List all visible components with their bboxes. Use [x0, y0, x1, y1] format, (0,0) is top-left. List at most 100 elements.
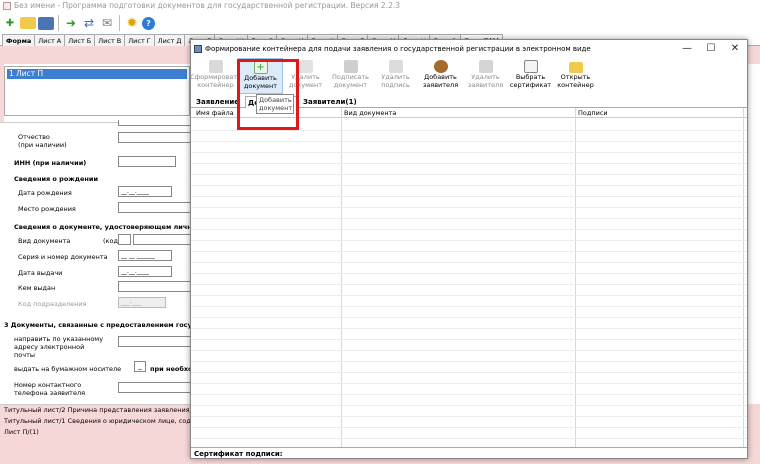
- column-divider: [575, 108, 576, 447]
- dept-code-label: Код подразделения: [18, 300, 87, 308]
- tab-form[interactable]: Форма: [2, 34, 36, 46]
- sheet-list[interactable]: 1 Лист П: [4, 66, 190, 116]
- open-folder-icon[interactable]: [20, 17, 36, 29]
- table-row-line: [191, 273, 747, 274]
- patronymic-note: (при наличии): [18, 141, 67, 149]
- certificate-icon: [523, 60, 538, 73]
- delete-signature-button[interactable]: Удалить подпись: [373, 58, 418, 94]
- table-row-line: [191, 394, 747, 395]
- dialog-title: Формирование контейнера для подачи заявл…: [205, 45, 591, 53]
- id-section-heading: Сведения о документе, удостоверяющем лич…: [14, 223, 208, 231]
- tab-list-g[interactable]: Лист Г: [124, 34, 155, 46]
- maximize-icon[interactable]: ☐: [699, 40, 723, 58]
- select-certificate-button[interactable]: Выбрать сертификат: [508, 58, 553, 94]
- sign-document-button[interactable]: Подписать документ: [328, 58, 373, 94]
- phone-field[interactable]: [118, 382, 192, 393]
- minimize-icon[interactable]: —: [675, 40, 699, 58]
- issued-by-label: Кем выдан: [18, 284, 56, 292]
- delete-applicant-icon: [478, 60, 493, 73]
- dept-code-field[interactable]: ___-___: [118, 297, 166, 308]
- column-file-name[interactable]: Имя файла: [196, 108, 234, 118]
- delete-signature-label: Удалить подпись: [381, 73, 410, 89]
- dialog-title-bar: Формирование контейнера для подачи заявл…: [191, 40, 747, 58]
- table-row-line: [191, 350, 747, 351]
- new-file-icon[interactable]: ✚: [2, 15, 18, 31]
- birth-section-heading: Сведения о рождении: [14, 175, 99, 183]
- tab-application[interactable]: Заявление: [194, 96, 241, 108]
- tab-list-v[interactable]: Лист В: [94, 34, 126, 46]
- paper-checkbox[interactable]: _: [134, 361, 146, 372]
- table-row-line: [191, 372, 747, 373]
- main-toolbar: ✚ ➜ ⇄ ✉ ✹ ?: [0, 12, 760, 34]
- doc-type-label: Вид документа: [18, 237, 71, 245]
- series-number-label: Серия и номер документа: [18, 253, 108, 261]
- table-row-line: [191, 295, 747, 296]
- doc-type-field[interactable]: [133, 234, 192, 245]
- table-row-line: [191, 229, 747, 230]
- close-icon[interactable]: ✕: [723, 40, 747, 58]
- send-email-label: направить по указанному адресу электронн…: [14, 335, 104, 359]
- table-row-line: [191, 306, 747, 307]
- sheet-list-selected-item[interactable]: 1 Лист П: [7, 69, 187, 79]
- column-divider: [743, 108, 744, 447]
- column-document-type[interactable]: Вид документа: [344, 108, 396, 118]
- table-row-line: [191, 339, 747, 340]
- patronymic-field[interactable]: [118, 132, 192, 143]
- sign-document-icon: [343, 60, 358, 73]
- add-applicant-button[interactable]: Добавить заявителя: [418, 58, 463, 94]
- delete-applicant-button[interactable]: Удалить заявителя: [463, 58, 508, 94]
- table-row-line: [191, 130, 747, 131]
- status-line-3[interactable]: Лист П/(1): [0, 427, 192, 438]
- build-container-button[interactable]: Сформировать контейнер: [190, 58, 241, 94]
- container-icon: [208, 60, 223, 73]
- table-row-line: [191, 218, 747, 219]
- sign-document-label: Подписать документ: [331, 73, 369, 89]
- mail-icon[interactable]: ✉: [99, 15, 115, 31]
- issue-date-field[interactable]: __.__.____: [118, 266, 172, 277]
- table-row-line: [191, 284, 747, 285]
- table-row-line: [191, 405, 747, 406]
- table-row-line: [191, 174, 747, 175]
- table-row-line: [191, 207, 747, 208]
- open-container-button[interactable]: Открыть контейнер: [553, 58, 598, 94]
- birth-place-field[interactable]: [118, 202, 192, 213]
- tab-list-b[interactable]: Лист Б: [64, 34, 96, 46]
- series-number-field[interactable]: __ __ ______: [118, 250, 172, 261]
- import-icon[interactable]: ➜: [63, 15, 79, 31]
- table-row-line: [191, 240, 747, 241]
- issue-date-label: Дата выдачи: [18, 269, 63, 277]
- toolbar-separator: [119, 15, 120, 31]
- certificate-bar: Сертификат подписи:: [191, 447, 747, 459]
- export-icon[interactable]: ⇄: [81, 15, 97, 31]
- email-field[interactable]: [118, 336, 192, 347]
- dialog-app-icon: [194, 45, 202, 53]
- surname-field-bottom[interactable]: [118, 120, 192, 126]
- table-row-line: [191, 262, 747, 263]
- birth-date-field[interactable]: __.__.____: [118, 186, 172, 197]
- documents-table: Имя файла Вид документа Подписи: [191, 108, 747, 447]
- patronymic-label: Отчество: [18, 133, 50, 141]
- select-certificate-label: Выбрать сертификат: [509, 73, 552, 89]
- build-container-label: Сформировать контейнер: [190, 73, 241, 89]
- column-signatures[interactable]: Подписи: [578, 108, 608, 118]
- issued-by-field[interactable]: [118, 281, 192, 292]
- tab-list-d[interactable]: Лист Д: [153, 34, 186, 46]
- status-list: Титульный лист/2 Причина представления з…: [0, 404, 192, 444]
- tab-list-a[interactable]: Лист А: [34, 34, 66, 46]
- doc-code-field[interactable]: [118, 234, 131, 245]
- inn-field[interactable]: [118, 156, 176, 167]
- help-icon[interactable]: ?: [142, 16, 155, 30]
- table-row-line: [191, 383, 747, 384]
- tab-applicants[interactable]: Заявители(1): [301, 96, 359, 108]
- save-icon[interactable]: [38, 16, 54, 30]
- table-row-line: [191, 438, 747, 439]
- status-line-1[interactable]: Титульный лист/2 Причина представления з…: [0, 405, 192, 416]
- certificate-label: Сертификат подписи:: [194, 450, 283, 458]
- toolbar-separator: [58, 15, 59, 31]
- phone-label: Номер контактного телефона заявителя: [14, 381, 86, 397]
- settings-icon[interactable]: ✹: [124, 15, 140, 31]
- status-line-2[interactable]: Титульный лист/1 Сведения о юридическом …: [0, 416, 192, 427]
- dept-code-mask: ___-___: [121, 299, 142, 306]
- open-container-icon: [568, 62, 583, 73]
- add-document-tooltip: Добавить документ: [256, 94, 294, 114]
